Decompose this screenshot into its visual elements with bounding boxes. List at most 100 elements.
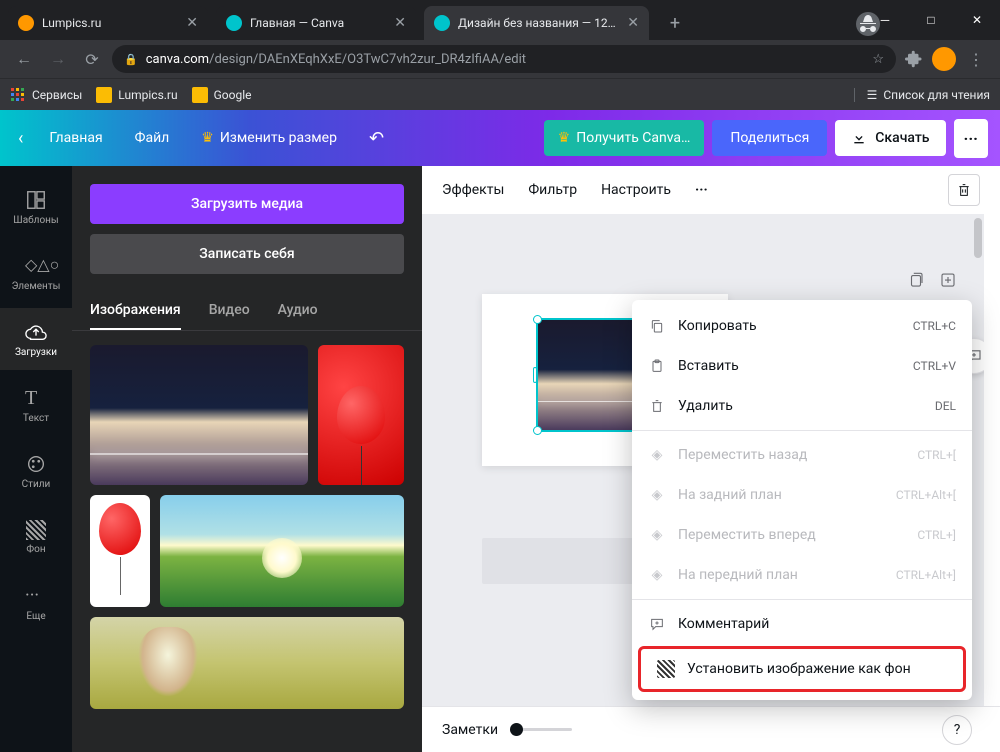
favicon-icon (434, 15, 450, 31)
toolbar-more-button[interactable]: ··· (695, 182, 708, 198)
duplicate-page-icon[interactable] (904, 268, 928, 292)
tab-title: Дизайн без названия — 1280 (458, 16, 619, 30)
ctx-paste[interactable]: Вставить CTRL+V (632, 346, 972, 386)
ctx-shortcut: CTRL+V (913, 359, 956, 373)
upload-thumbnail[interactable] (160, 495, 404, 607)
effects-button[interactable]: Эффекты (442, 182, 504, 198)
help-button[interactable]: ? (942, 715, 972, 745)
download-button[interactable]: Скачать (835, 120, 945, 156)
browser-tab-active[interactable]: Дизайн без названия — 1280 ✕ (424, 6, 649, 40)
nav-templates[interactable]: Шаблоны (0, 176, 72, 238)
nav-uploads[interactable]: Загрузки (0, 308, 72, 370)
ctx-copy[interactable]: Копировать CTRL+C (632, 306, 972, 346)
delete-button[interactable] (948, 174, 980, 206)
upload-thumbnail[interactable] (90, 345, 308, 485)
nav-back-button[interactable]: ← (10, 45, 38, 73)
resize-handle[interactable] (533, 426, 542, 435)
ctx-shortcut: CTRL+Alt+] (896, 568, 956, 582)
paste-icon (648, 358, 666, 374)
ctx-set-as-background[interactable]: Установить изображение как фон (638, 646, 966, 692)
bookmarks-bar: Сервисы Lumpics.ru Google ☰ Список для ч… (0, 78, 1000, 110)
footer-bar: Заметки ? (422, 706, 1000, 752)
side-nav: Шаблоны ◇△○ Элементы Загрузки T Текст Ст… (0, 166, 72, 752)
ctx-delete[interactable]: Удалить DEL (632, 386, 972, 426)
extensions-icon[interactable] (902, 47, 926, 71)
ctx-shortcut: DEL (935, 399, 956, 413)
nav-more[interactable]: ··· Еще (0, 572, 72, 634)
tab-audio[interactable]: Аудио (278, 292, 318, 330)
layer-back-icon: ◈ (648, 447, 666, 463)
bookmark-label: Google (214, 88, 252, 102)
browser-menu-button[interactable]: ⋮ (962, 45, 990, 73)
new-tab-button[interactable]: + (661, 9, 689, 37)
adjust-button[interactable]: Настроить (601, 182, 671, 198)
bookmark-star-icon[interactable]: ☆ (872, 52, 884, 67)
browser-toolbar: ← → ⟳ 🔒 canva.com/design/DAEnXEqhXxE/O3T… (0, 40, 1000, 78)
nav-styles[interactable]: Стили (0, 440, 72, 502)
crown-icon: ♛ (558, 130, 571, 146)
list-icon: ☰ (867, 88, 878, 102)
ctx-to-back: ◈ На задний план CTRL+Alt+[ (632, 475, 972, 515)
tab-close-icon[interactable]: ✕ (627, 15, 639, 31)
background-icon (26, 520, 46, 540)
image-toolbar: Эффекты Фильтр Настроить ··· (422, 166, 1000, 214)
file-menu[interactable]: Файл (123, 122, 182, 154)
add-page-icon[interactable] (936, 268, 960, 292)
ctx-separator (632, 430, 972, 431)
upload-thumbnail[interactable] (318, 345, 404, 485)
tab-close-icon[interactable]: ✕ (394, 15, 406, 31)
filter-button[interactable]: Фильтр (528, 182, 577, 198)
more-icon: ··· (25, 585, 47, 607)
nav-elements[interactable]: ◇△○ Элементы (0, 242, 72, 304)
resize-handle[interactable] (533, 315, 542, 324)
bookmark-apps[interactable]: Сервисы (10, 87, 82, 103)
nav-reload-button[interactable]: ⟳ (78, 45, 106, 73)
more-button[interactable]: ··· (954, 119, 988, 158)
reading-list-label: Список для чтения (883, 88, 990, 102)
media-grid (72, 331, 422, 752)
resize-handle[interactable] (533, 367, 537, 383)
browser-tab[interactable]: Lumpics.ru ✕ (8, 6, 208, 40)
url-field[interactable]: 🔒 canva.com/design/DAEnXEqhXxE/O3TwC7vh2… (112, 45, 896, 73)
window-maximize[interactable]: □ (908, 0, 954, 40)
browser-tabs-bar: Lumpics.ru ✕ Главная — Canva ✕ Дизайн бе… (0, 0, 1000, 40)
undo-button[interactable]: ↶ (357, 120, 396, 157)
nav-forward-button[interactable]: → (44, 45, 72, 73)
bookmark-item[interactable]: Lumpics.ru (96, 87, 177, 103)
trash-icon (648, 398, 666, 414)
record-yourself-button[interactable]: Записать себя (90, 234, 404, 274)
trash-icon (956, 182, 972, 198)
bookmark-item[interactable]: Google (192, 87, 252, 103)
url-path: /design/DAEnXEqhXxE/O3TwC7vh2zur_DR4zIfi… (209, 52, 526, 67)
reading-list-button[interactable]: ☰ Список для чтения (854, 88, 990, 102)
profile-avatar[interactable] (932, 47, 956, 71)
nav-text[interactable]: T Текст (0, 374, 72, 436)
tab-images[interactable]: Изображения (90, 292, 181, 330)
share-button[interactable]: Поделиться (712, 120, 827, 156)
back-button[interactable]: ‹ (12, 120, 29, 157)
ctx-send-backward: ◈ Переместить назад CTRL+[ (632, 435, 972, 475)
templates-icon (25, 189, 47, 211)
resize-button[interactable]: ♛Изменить размер (189, 122, 349, 154)
zoom-slider[interactable] (512, 728, 572, 731)
ctx-separator (632, 599, 972, 600)
tab-close-icon[interactable]: ✕ (186, 15, 198, 31)
url-domain: canva.com (146, 52, 209, 67)
home-button[interactable]: Главная (37, 122, 114, 154)
nav-background[interactable]: Фон (0, 506, 72, 568)
window-close[interactable]: ✕ (954, 0, 1000, 40)
notes-button[interactable]: Заметки (442, 722, 498, 738)
upload-thumbnail[interactable] (90, 495, 150, 607)
get-pro-button[interactable]: ♛Получить Canva… (544, 120, 705, 156)
crown-icon: ♛ (201, 130, 214, 146)
download-icon (851, 130, 867, 146)
layer-forward-icon: ◈ (648, 527, 666, 543)
tab-video[interactable]: Видео (209, 292, 250, 330)
window-minimize[interactable]: ─ (862, 0, 908, 40)
upload-media-button[interactable]: Загрузить медиа (90, 184, 404, 224)
upload-thumbnail[interactable] (90, 617, 404, 709)
browser-tab[interactable]: Главная — Canva ✕ (216, 6, 416, 40)
tab-title: Lumpics.ru (42, 16, 178, 30)
app-header: ‹ Главная Файл ♛Изменить размер ↶ ♛Получ… (0, 110, 1000, 166)
ctx-comment[interactable]: Комментарий (632, 604, 972, 644)
